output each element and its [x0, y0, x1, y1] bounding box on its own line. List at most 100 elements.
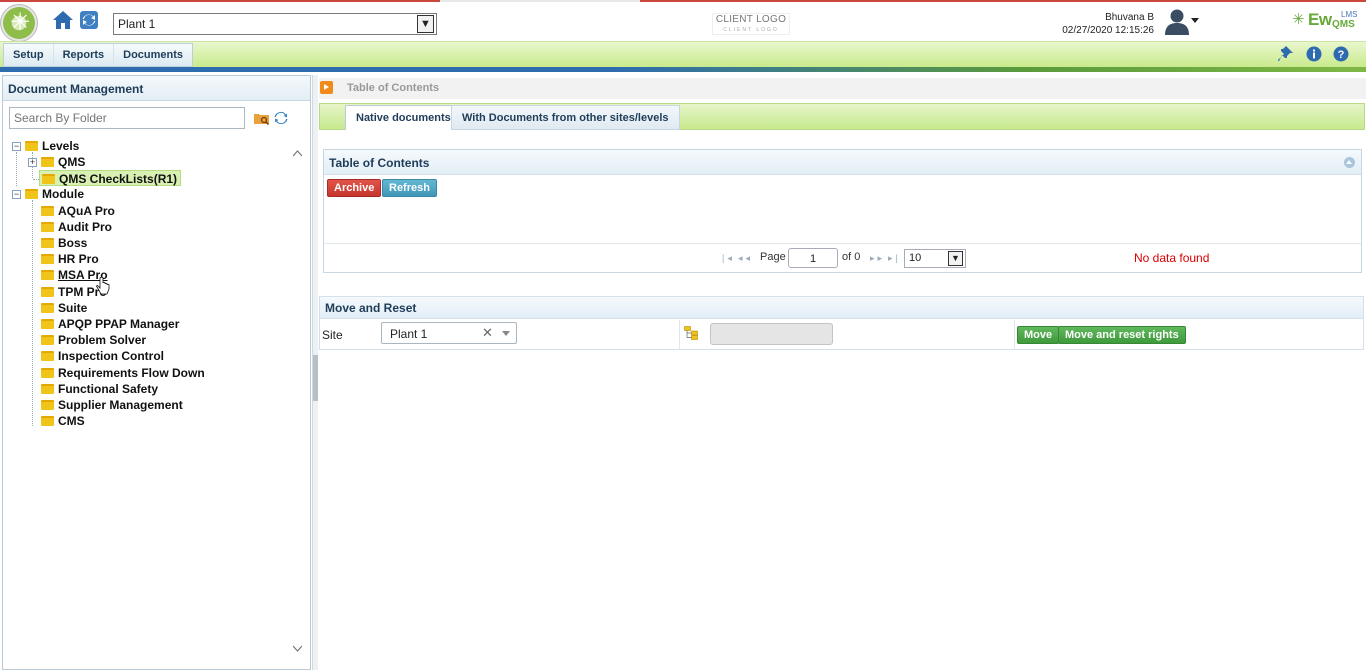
- prev-page-icon[interactable]: ◂◂: [738, 253, 753, 264]
- collapse-icon[interactable]: [1344, 157, 1355, 168]
- main-menu: Setup Reports Documents: [3, 43, 194, 67]
- site-select[interactable]: Plant 1 ✕: [381, 322, 517, 344]
- folder-icon: [41, 303, 54, 313]
- breadcrumb-play-icon[interactable]: [320, 81, 333, 94]
- tree-node-boss[interactable]: Boss: [41, 235, 87, 251]
- user-avatar-icon[interactable]: [1164, 7, 1190, 35]
- tree-node-supplier-management[interactable]: Supplier Management: [41, 397, 183, 413]
- tree-node-audit-pro[interactable]: Audit Pro: [41, 219, 112, 235]
- chevron-down-icon[interactable]: [502, 331, 510, 336]
- menu-setup[interactable]: Setup: [4, 44, 53, 66]
- document-tabs: Native documents With Documents from oth…: [319, 103, 1365, 130]
- last-page-icon[interactable]: ▸|: [888, 253, 901, 264]
- folder-icon: [41, 270, 54, 280]
- folder-icon: [41, 416, 54, 426]
- tree-node-label: Problem Solver: [58, 333, 147, 347]
- client-logo-text: CLIENT LOGO: [715, 14, 787, 25]
- user-menu-caret-icon[interactable]: [1191, 18, 1199, 23]
- document-management-panel: Document Management − Levels + QMS QMS C…: [2, 75, 311, 670]
- menu-documents[interactable]: Documents: [113, 44, 192, 66]
- folder-icon: [41, 335, 54, 345]
- tree-node-apqp-ppap-manager[interactable]: APQP PPAP Manager: [41, 316, 179, 332]
- folder-icon: [41, 351, 54, 361]
- page-label: Page: [760, 251, 786, 263]
- tree-node-label: Audit Pro: [58, 220, 112, 234]
- tree-node-levels[interactable]: Levels: [25, 138, 79, 154]
- panel-splitter[interactable]: [312, 75, 318, 670]
- tree-node-label: QMS CheckLists(R1): [59, 172, 178, 186]
- page-size-select[interactable]: 10 ▼: [904, 249, 966, 268]
- breadcrumb: Table of Contents: [319, 78, 1366, 99]
- tab-other-sites-documents[interactable]: With Documents from other sites/levels: [451, 105, 680, 130]
- tree-node-label: Module: [42, 187, 84, 201]
- svg-text:?: ?: [1338, 49, 1345, 61]
- app-logo-icon[interactable]: ✳: [0, 4, 38, 42]
- site-select-value: Plant 1: [390, 327, 428, 341]
- scroll-down-icon[interactable]: [293, 644, 302, 653]
- archive-button[interactable]: Archive: [327, 179, 382, 197]
- folder-icon: [41, 238, 54, 248]
- plant-select-value: Plant 1: [118, 17, 156, 31]
- folder-icon: [42, 174, 55, 184]
- tree-node-label: Requirements Flow Down: [58, 366, 205, 380]
- folder-search-input[interactable]: [9, 107, 245, 129]
- chevron-down-icon[interactable]: ▼: [948, 251, 963, 266]
- reload-tree-icon[interactable]: [274, 111, 288, 125]
- breadcrumb-item[interactable]: Table of Contents: [347, 82, 439, 94]
- tree-node-requirements-flow-down[interactable]: Requirements Flow Down: [41, 365, 205, 381]
- tree-node-module[interactable]: Module: [25, 186, 84, 202]
- toggle-module-icon[interactable]: −: [12, 190, 21, 199]
- folder-icon: [25, 141, 38, 151]
- main-menu-bar: Setup Reports Documents ?: [0, 41, 1366, 67]
- tree-node-suite[interactable]: Suite: [41, 300, 87, 316]
- tree-node-label: CMS: [58, 414, 85, 428]
- top-header: ✳ Plant 1 ▼ CLIENT LOGO CLIENT LOGO Bhuv…: [0, 0, 1366, 42]
- client-logo-subtext: CLIENT LOGO: [723, 27, 779, 33]
- tab-native-documents[interactable]: Native documents: [345, 105, 462, 130]
- move-and-reset-rights-button[interactable]: Move and reset rights: [1058, 326, 1186, 344]
- refresh-icon[interactable]: [79, 10, 99, 30]
- brand-ew: Ew: [1308, 10, 1332, 29]
- tree-node-label: Suite: [58, 301, 88, 315]
- tree-node-qms[interactable]: QMS: [41, 154, 85, 170]
- folder-icon: [41, 384, 54, 394]
- folder-tree-picker-icon[interactable]: [684, 326, 698, 340]
- tree-node-cms[interactable]: CMS: [41, 413, 85, 429]
- target-folder-field[interactable]: [710, 323, 833, 345]
- first-page-icon[interactable]: |◂: [722, 253, 735, 264]
- page-number-input[interactable]: 1: [788, 248, 838, 268]
- tree-node-aqua-pro[interactable]: AQuA Pro: [41, 203, 115, 219]
- refresh-button[interactable]: Refresh: [382, 179, 437, 197]
- scroll-up-icon[interactable]: [293, 149, 302, 158]
- tree-node-inspection-control[interactable]: Inspection Control: [41, 348, 164, 364]
- menu-reports[interactable]: Reports: [52, 44, 114, 66]
- info-icon[interactable]: [1306, 46, 1322, 62]
- splitter-grip[interactable]: [313, 355, 318, 401]
- help-icon[interactable]: ?: [1333, 46, 1349, 62]
- next-page-icon[interactable]: ▸▸: [870, 253, 885, 264]
- tree-node-functional-safety[interactable]: Functional Safety: [41, 381, 158, 397]
- tree-node-qms-checklists[interactable]: QMS CheckLists(R1): [39, 170, 182, 186]
- move-button[interactable]: Move: [1017, 326, 1060, 344]
- panel-title: Document Management: [3, 76, 310, 101]
- folder-icon: [41, 319, 54, 329]
- clear-icon[interactable]: ✕: [482, 325, 493, 341]
- pin-icon[interactable]: [1278, 46, 1294, 62]
- divider: [1014, 320, 1015, 350]
- toggle-qms-icon[interactable]: +: [28, 158, 37, 167]
- tree-node-problem-solver[interactable]: Problem Solver: [41, 332, 146, 348]
- user-name: Bhuvana B: [1105, 12, 1154, 23]
- toggle-levels-icon[interactable]: −: [12, 142, 21, 151]
- folder-icon: [41, 254, 54, 264]
- page-count: of 0: [842, 251, 861, 263]
- pager: |◂ ◂◂ Page 1 of 0 ▸▸ ▸| 10 ▼ No data fou…: [324, 243, 1361, 272]
- chevron-down-icon[interactable]: ▼: [417, 15, 434, 33]
- tree-node-label: Inspection Control: [58, 349, 164, 363]
- plant-select[interactable]: Plant 1 ▼: [113, 13, 437, 35]
- tree-node-label: Levels: [42, 139, 80, 153]
- home-icon[interactable]: [52, 10, 74, 30]
- folder-icon: [41, 368, 54, 378]
- brand-qms: QMS: [1332, 19, 1355, 30]
- tree-node-hr-pro[interactable]: HR Pro: [41, 251, 99, 267]
- folder-search-icon[interactable]: [254, 112, 270, 125]
